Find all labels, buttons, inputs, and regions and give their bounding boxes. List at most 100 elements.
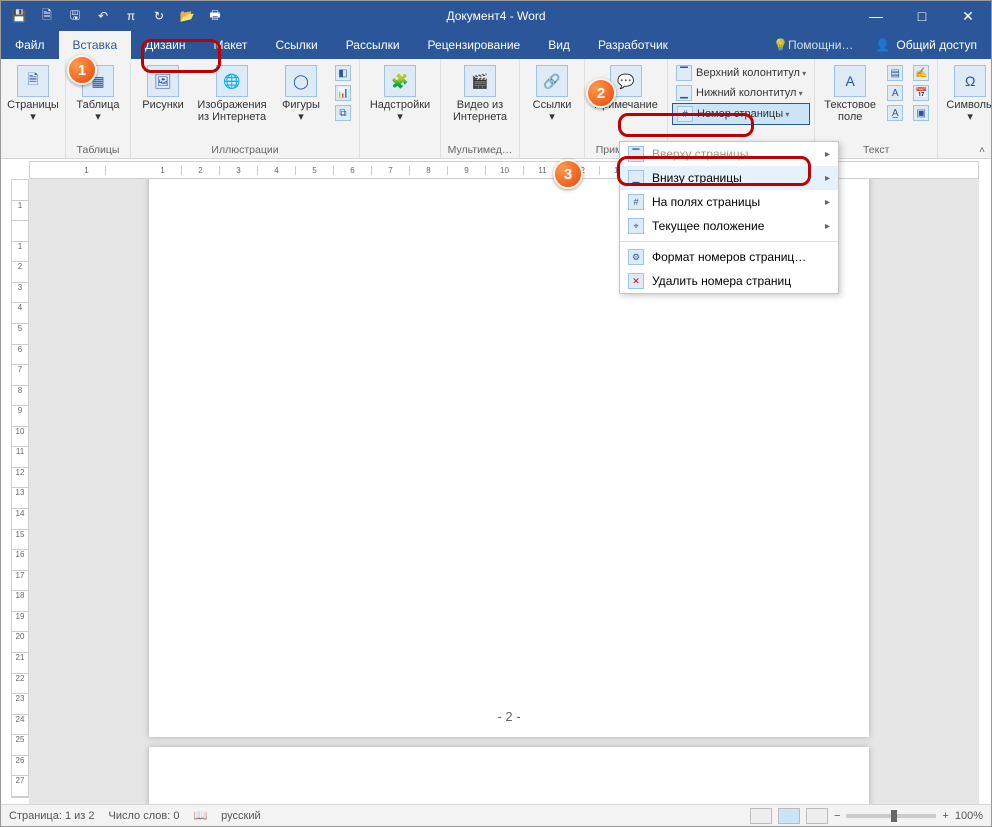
save-icon[interactable]: 💾 bbox=[11, 8, 27, 24]
addins-button[interactable]: 🧩Надстройки▾ bbox=[364, 61, 436, 123]
collapse-ribbon-button[interactable]: ˄ bbox=[979, 145, 985, 156]
quick-access-toolbar: 💾 🗎 🖫 ↶ π ↻ 📂 🖶 bbox=[1, 8, 233, 24]
menu-format-numbers[interactable]: ⚙Формат номеров страниц… bbox=[620, 245, 838, 269]
format-icon: ⚙ bbox=[628, 249, 644, 265]
status-words[interactable]: Число слов: 0 bbox=[109, 810, 180, 822]
footer-button[interactable]: ▁Нижний колонтитул bbox=[672, 83, 810, 103]
tab-mailings[interactable]: Рассылки bbox=[332, 31, 414, 59]
redo-icon[interactable]: ↻ bbox=[151, 8, 167, 24]
page-number-icon: # bbox=[677, 106, 693, 122]
header-icon: ▔ bbox=[676, 65, 692, 81]
tell-me-helper[interactable]: 💡 Помощни… bbox=[765, 31, 861, 59]
page-2[interactable] bbox=[149, 747, 869, 804]
undo-icon[interactable]: ↶ bbox=[95, 8, 111, 24]
vertical-ruler[interactable]: 1123456789101112131415161718192021222324… bbox=[11, 179, 29, 798]
quickparts-icon: ▤ bbox=[887, 65, 903, 81]
menu-top-of-page[interactable]: ▔Вверху страницы▸ bbox=[620, 142, 838, 166]
smartart-button[interactable]: ◧ bbox=[331, 63, 355, 83]
pictures-icon: 🖼 bbox=[147, 65, 179, 97]
view-read-button[interactable] bbox=[750, 808, 772, 824]
minimize-button[interactable]: — bbox=[853, 8, 899, 25]
zoom-out-button[interactable]: − bbox=[834, 810, 840, 822]
bottom-page-icon: ▁ bbox=[628, 170, 644, 186]
shapes-button[interactable]: ◯Фигуры▾ bbox=[273, 61, 329, 123]
page-number-button[interactable]: #Номер страницы bbox=[672, 103, 810, 125]
window-controls: — □ ✕ bbox=[853, 8, 991, 25]
datetime-icon: 📅 bbox=[913, 85, 929, 101]
menu-page-margins[interactable]: #На полях страницы▸ bbox=[620, 190, 838, 214]
titlebar: 💾 🗎 🖫 ↶ π ↻ 📂 🖶 Документ4 - Word — □ ✕ bbox=[1, 1, 991, 31]
proofing-icon[interactable]: 📖 bbox=[193, 809, 207, 822]
open-icon[interactable]: 📂 bbox=[179, 8, 195, 24]
object-icon: ▣ bbox=[913, 105, 929, 121]
callout-2-badge: 2 bbox=[586, 78, 616, 108]
view-web-button[interactable] bbox=[806, 808, 828, 824]
tab-view[interactable]: Вид bbox=[534, 31, 584, 59]
screenshot-icon: ⧉ bbox=[335, 105, 351, 121]
symbols-button[interactable]: ΩСимволы▾ bbox=[942, 61, 992, 123]
status-language[interactable]: русский bbox=[221, 810, 260, 822]
current-pos-icon: ⌖ bbox=[628, 218, 644, 234]
addins-icon: 🧩 bbox=[384, 65, 416, 97]
page-number-menu: ▔Вверху страницы▸ ▁Внизу страницы▸ #На п… bbox=[619, 141, 839, 294]
close-button[interactable]: ✕ bbox=[945, 8, 991, 25]
online-video-button[interactable]: 🎬Видео из Интернета bbox=[445, 61, 515, 123]
tab-developer[interactable]: Разработчик bbox=[584, 31, 682, 59]
pictures-button[interactable]: 🖼Рисунки bbox=[135, 61, 191, 111]
zoom-level[interactable]: 100% bbox=[955, 810, 983, 822]
share-button[interactable]: 👤 Общий доступ bbox=[861, 31, 991, 59]
zoom-in-button[interactable]: + bbox=[942, 810, 948, 822]
wordart-button[interactable]: A bbox=[883, 83, 907, 103]
callout-1-badge: 1 bbox=[67, 55, 97, 85]
chart-button[interactable]: 📊 bbox=[331, 83, 355, 103]
online-pictures-button[interactable]: 🌐Изображения из Интернета bbox=[193, 61, 271, 123]
omega-icon: Ω bbox=[954, 65, 986, 97]
window-title: Документ4 - Word bbox=[446, 9, 545, 23]
statusbar: Страница: 1 из 2 Число слов: 0 📖 русский… bbox=[1, 804, 991, 826]
menu-current-position[interactable]: ⌖Текущее положение▸ bbox=[620, 214, 838, 238]
pages-button[interactable]: 🗎Страницы▾ bbox=[5, 61, 61, 123]
wordart-icon: A bbox=[887, 85, 903, 101]
link-icon: 🔗 bbox=[536, 65, 568, 97]
online-pictures-icon: 🌐 bbox=[216, 65, 248, 97]
screenshot-button[interactable]: ⧉ bbox=[331, 103, 355, 123]
tab-references[interactable]: Ссылки bbox=[261, 31, 331, 59]
header-button[interactable]: ▔Верхний колонтитул bbox=[672, 63, 810, 83]
menu-bottom-of-page[interactable]: ▁Внизу страницы▸ bbox=[620, 166, 838, 190]
textbox-icon: A bbox=[834, 65, 866, 97]
links-button[interactable]: 🔗Ссылки▾ bbox=[524, 61, 580, 123]
view-print-button[interactable] bbox=[778, 808, 800, 824]
menu-separator bbox=[620, 241, 838, 242]
equation-icon[interactable]: π bbox=[123, 8, 139, 24]
quickparts-button[interactable]: ▤ bbox=[883, 63, 907, 83]
status-page[interactable]: Страница: 1 из 2 bbox=[9, 810, 95, 822]
signature-icon: ✍ bbox=[913, 65, 929, 81]
footer-icon: ▁ bbox=[676, 85, 692, 101]
smartart-icon: ◧ bbox=[335, 65, 351, 81]
remove-icon: ✕ bbox=[628, 273, 644, 289]
video-icon: 🎬 bbox=[464, 65, 496, 97]
signature-button[interactable]: ✍ bbox=[909, 63, 933, 83]
save-as-icon[interactable]: 🖫 bbox=[67, 8, 83, 24]
dropcap-button[interactable]: A̲ bbox=[883, 103, 907, 123]
tab-design[interactable]: Дизайн bbox=[131, 31, 199, 59]
tab-layout[interactable]: Макет bbox=[199, 31, 261, 59]
tab-review[interactable]: Рецензирование bbox=[414, 31, 535, 59]
shapes-icon: ◯ bbox=[285, 65, 317, 97]
new-doc-icon[interactable]: 🗎 bbox=[39, 8, 55, 24]
object-button[interactable]: ▣ bbox=[909, 103, 933, 123]
pages-icon: 🗎 bbox=[17, 65, 49, 97]
maximize-button[interactable]: □ bbox=[899, 8, 945, 25]
chart-icon: 📊 bbox=[335, 85, 351, 101]
ribbon: 🗎Страницы▾ ▦Таблица▾ Таблицы 🖼Рисунки 🌐И… bbox=[1, 59, 991, 159]
zoom-slider[interactable] bbox=[846, 814, 936, 818]
datetime-button[interactable]: 📅 bbox=[909, 83, 933, 103]
quickprint-icon[interactable]: 🖶 bbox=[207, 8, 223, 24]
tab-file[interactable]: Файл bbox=[1, 31, 59, 59]
page-number-text: - 2 - bbox=[497, 709, 520, 724]
tab-insert[interactable]: Вставка bbox=[59, 31, 132, 59]
dropcap-icon: A̲ bbox=[887, 105, 903, 121]
callout-3-badge: 3 bbox=[553, 159, 583, 189]
textbox-button[interactable]: AТекстовое поле bbox=[819, 61, 881, 123]
menu-remove-numbers[interactable]: ✕Удалить номера страниц bbox=[620, 269, 838, 293]
